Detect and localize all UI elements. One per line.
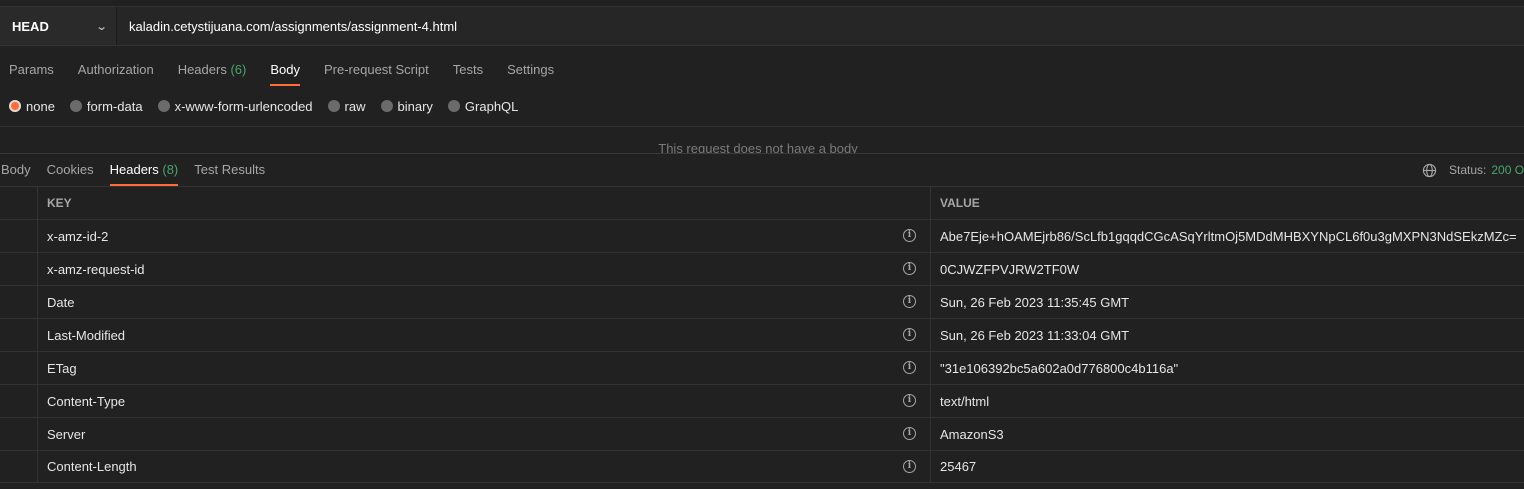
headers-count: (6) xyxy=(230,62,247,77)
radio-icon xyxy=(69,100,82,112)
table-row: ETag i "31e106392bc5a602a0d776800c4b116a" xyxy=(0,351,1524,384)
request-url-bar: HEAD ⌄ kaladin.cetystijuana.com/assignme… xyxy=(0,6,1524,46)
table-row: Date i Sun, 26 Feb 2023 11:35:45 GMT xyxy=(0,285,1524,318)
url-input[interactable]: kaladin.cetystijuana.com/assignments/ass… xyxy=(117,7,1524,45)
header-value: AmazonS3 xyxy=(940,426,1004,442)
header-value: Sun, 26 Feb 2023 11:35:45 GMT xyxy=(940,294,1130,310)
chevron-down-icon: ⌄ xyxy=(95,20,108,33)
header-value: 25467 xyxy=(940,459,977,474)
table-row: Last-Modified i Sun, 26 Feb 2023 11:33:04… xyxy=(0,318,1524,351)
radio-x-www-form-urlencoded[interactable]: x-www-form-urlencoded xyxy=(157,99,313,114)
header-key: Content-Length xyxy=(47,459,137,474)
radio-icon xyxy=(447,100,460,112)
status-value[interactable]: 200 OK xyxy=(1491,163,1524,177)
response-tab-body[interactable]: Body xyxy=(1,154,31,186)
header-key: x-amz-id-2 xyxy=(47,228,109,244)
radio-icon xyxy=(327,100,340,112)
table-row: Content-Type i text/html xyxy=(0,384,1524,417)
info-icon[interactable]: i xyxy=(903,262,916,275)
radio-icon xyxy=(380,100,393,112)
tab-params[interactable]: Params xyxy=(9,56,54,86)
radio-graphql[interactable]: GraphQL xyxy=(447,99,518,114)
response-tabs: Body Cookies Headers (8) Test Results xyxy=(0,154,281,186)
response-status: Status: 200 OK xyxy=(1422,154,1524,186)
table-row: x-amz-request-id i 0CJWZFPVJRW2TF0W xyxy=(0,252,1524,285)
header-key: Content-Type xyxy=(47,393,126,409)
radio-icon xyxy=(157,100,170,112)
info-icon[interactable]: i xyxy=(903,229,916,242)
tab-authorization[interactable]: Authorization xyxy=(78,56,154,86)
info-icon[interactable]: i xyxy=(903,394,916,407)
radio-selected-icon xyxy=(9,100,21,112)
tab-settings[interactable]: Settings xyxy=(507,56,554,86)
header-value: Abe7Eje+hOAMEjrb86/ScLfb1gqqdCGcASqYrltm… xyxy=(940,228,1517,244)
radio-raw[interactable]: raw xyxy=(327,99,366,114)
header-key: ETag xyxy=(47,360,77,376)
tab-body[interactable]: Body xyxy=(270,56,300,86)
header-key: Date xyxy=(47,294,75,310)
radio-form-data[interactable]: form-data xyxy=(69,99,143,114)
tab-headers[interactable]: Headers (6) xyxy=(178,56,247,86)
response-headers-table: KEY VALUE x-amz-id-2 i Abe7Eje+hOAMEjrb86… xyxy=(0,186,1524,483)
column-header-key: KEY xyxy=(38,187,931,219)
response-tab-test-results[interactable]: Test Results xyxy=(194,154,265,186)
tab-tests[interactable]: Tests xyxy=(453,56,483,86)
status-label: Status: xyxy=(1449,163,1487,177)
radio-binary[interactable]: binary xyxy=(380,99,433,114)
info-icon[interactable]: i xyxy=(903,328,916,341)
radio-none[interactable]: none xyxy=(9,99,55,114)
header-value: 0CJWZFPVJRW2TF0W xyxy=(940,261,1080,277)
response-headers-count: (8) xyxy=(162,162,179,177)
header-value: "31e106392bc5a602a0d776800c4b116a" xyxy=(940,360,1179,376)
response-tab-cookies[interactable]: Cookies xyxy=(47,154,94,186)
table-row: Content-Length i 25467 xyxy=(0,450,1524,483)
header-key: Server xyxy=(47,426,86,442)
info-icon[interactable]: i xyxy=(903,427,916,440)
request-tabs: Params Authorization Headers (6) Body Pr… xyxy=(0,56,569,86)
globe-icon[interactable] xyxy=(1422,163,1437,178)
column-header-value: VALUE xyxy=(940,196,980,210)
header-key: x-amz-request-id xyxy=(47,261,145,277)
info-icon[interactable]: i xyxy=(903,295,916,308)
header-value: Sun, 26 Feb 2023 11:33:04 GMT xyxy=(940,327,1130,343)
body-type-radio-group: none form-data x-www-form-urlencoded raw… xyxy=(9,96,533,116)
response-tab-headers[interactable]: Headers (8) xyxy=(109,154,179,186)
info-icon[interactable]: i xyxy=(903,361,916,374)
method-label: HEAD xyxy=(12,18,49,34)
table-row: Server i AmazonS3 xyxy=(0,417,1524,450)
header-value: text/html xyxy=(940,393,990,409)
method-select[interactable]: HEAD ⌄ xyxy=(0,7,117,45)
no-body-message: This request does not have a body xyxy=(658,141,858,153)
info-icon[interactable]: i xyxy=(903,460,916,473)
header-key: Last-Modified xyxy=(47,327,126,343)
tab-pre-request-script[interactable]: Pre-request Script xyxy=(324,56,429,86)
table-header-row: KEY VALUE xyxy=(0,186,1524,219)
table-row: x-amz-id-2 i Abe7Eje+hOAMEjrb86/ScLfb1gqq… xyxy=(0,219,1524,252)
